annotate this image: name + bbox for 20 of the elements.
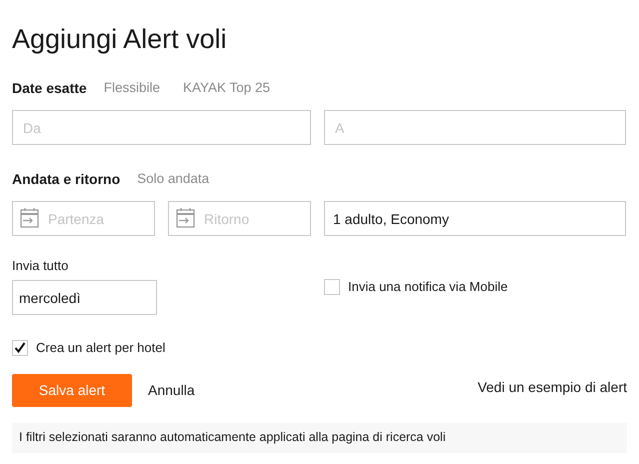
passengers-field[interactable]: 1 adulto, Economy — [324, 201, 626, 236]
checkmark-icon — [14, 342, 26, 354]
date-field[interactable]: A — [324, 110, 626, 145]
example-link[interactable]: Vedi un esempio di alert — [478, 376, 627, 398]
calendar-icon — [176, 207, 196, 229]
frequency-label: Invia tutto — [12, 257, 70, 274]
tab[interactable]: Date esatte — [12, 78, 87, 98]
page-title: Aggiungi Alert voli — [12, 23, 228, 56]
checkbox-label: Invia una notifica via Mobile — [348, 278, 508, 296]
date-field[interactable]: Da — [12, 110, 311, 145]
calendar-icon — [20, 207, 40, 229]
tab[interactable]: Andata e ritorno — [12, 168, 120, 190]
date-picker-field[interactable]: Ritorno — [168, 201, 311, 236]
checkbox[interactable] — [12, 340, 28, 356]
frequency-field[interactable]: mercoledì — [12, 280, 157, 315]
date-picker-field[interactable]: Partenza — [12, 201, 155, 236]
checkbox-label: Crea un alert per hotel — [36, 339, 166, 357]
checkbox[interactable] — [324, 278, 340, 294]
info-text: I filtri selezionati saranno automaticamente applicati alla pagina di ricerca voli — [19, 429, 446, 446]
cancel-link[interactable]: Annulla — [148, 380, 195, 400]
